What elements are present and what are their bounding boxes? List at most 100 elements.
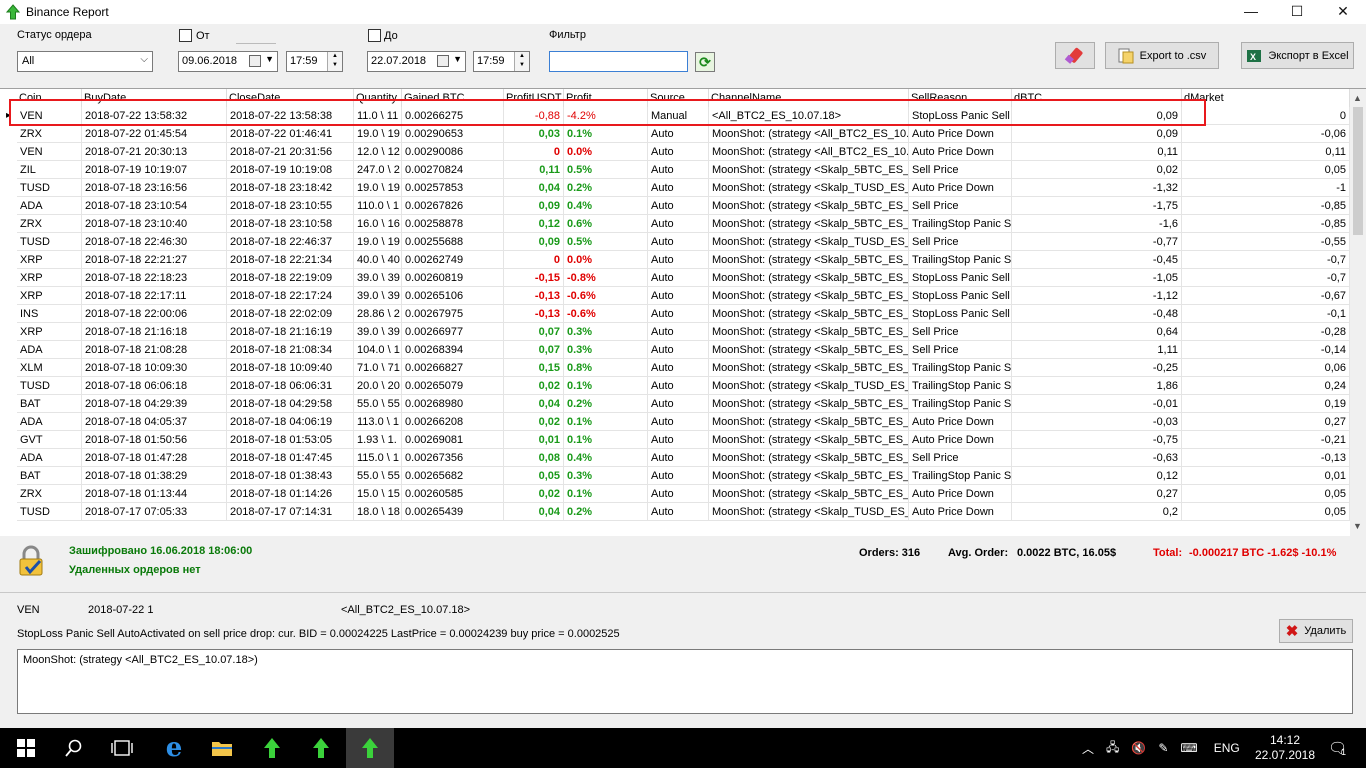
- table-cell: -0,06: [1182, 125, 1350, 143]
- grid-scrollbar[interactable]: ▲ ▼: [1350, 89, 1366, 537]
- scroll-thumb[interactable]: [1353, 107, 1363, 235]
- scroll-up-icon[interactable]: ▲: [1353, 93, 1362, 103]
- table-cell: 0.6%: [564, 215, 648, 233]
- filter-input[interactable]: [549, 51, 688, 72]
- refresh-button[interactable]: ⟳: [695, 52, 715, 72]
- table-row[interactable]: VEN 2018-07-21 20:30:13 2018-07-21 20:31:5…: [0, 143, 1350, 161]
- table-cell: 0,08: [504, 449, 564, 467]
- table-row[interactable]: ZRX 2018-07-22 01:45:54 2018-07-22 01:46:4…: [0, 125, 1350, 143]
- table-cell: Sell Price: [909, 449, 1012, 467]
- table-row[interactable]: TUSD 2018-07-17 07:05:33 2018-07-17 07:14:…: [0, 503, 1350, 521]
- deleted-status: Удаленных ордеров нет: [69, 564, 201, 576]
- table-cell: 2018-07-18 21:08:34: [227, 341, 354, 359]
- network-icon[interactable]: 🖧: [1106, 738, 1119, 759]
- from-checkbox[interactable]: [179, 29, 192, 42]
- language-indicator[interactable]: ENG: [1214, 741, 1240, 755]
- table-cell: 0,19: [1182, 395, 1350, 413]
- table-cell: MoonShot: (strategy <Skalp_5BTC_ES_0: [709, 215, 909, 233]
- spin-down-icon[interactable]: ▼: [328, 61, 342, 70]
- clear-button[interactable]: [1055, 42, 1095, 69]
- spin-up-icon[interactable]: ▲: [515, 52, 529, 61]
- table-row[interactable]: TUSD 2018-07-18 22:46:30 2018-07-18 22:46:…: [0, 233, 1350, 251]
- from-date-value: 09.06.2018: [182, 55, 238, 67]
- table-cell: 0.4%: [564, 197, 648, 215]
- table-row[interactable]: XRP 2018-07-18 21:16:18 2018-07-18 21:16:1…: [0, 323, 1350, 341]
- taskbar-explorer[interactable]: [198, 728, 246, 768]
- table-cell: 2018-07-18 04:06:19: [227, 413, 354, 431]
- table-row[interactable]: ZRX 2018-07-18 01:13:44 2018-07-18 01:14:2…: [0, 485, 1350, 503]
- maximize-button[interactable]: ☐: [1274, 0, 1320, 24]
- table-row[interactable]: ADA 2018-07-18 23:10:54 2018-07-18 23:10:5…: [0, 197, 1350, 215]
- table-cell: Auto: [648, 143, 709, 161]
- table-cell: 28.86 \ 2: [354, 305, 402, 323]
- table-cell: 71.0 \ 71: [354, 359, 402, 377]
- title-bar: Binance Report — ☐ ✕: [0, 0, 1366, 24]
- to-date-picker[interactable]: 22.07.2018 ▼: [367, 51, 466, 72]
- delete-button[interactable]: ✖ Удалить: [1279, 619, 1353, 643]
- pen-icon[interactable]: ✎: [1158, 741, 1168, 755]
- search-button[interactable]: [50, 728, 98, 768]
- to-time-picker[interactable]: 17:59 ▲ ▼: [473, 51, 530, 72]
- time-spinner[interactable]: ▲ ▼: [514, 52, 529, 71]
- export-csv-label: Export to .csv: [1139, 49, 1207, 62]
- table-row[interactable]: XRP 2018-07-18 22:17:11 2018-07-18 22:17:2…: [0, 287, 1350, 305]
- taskbar-ie[interactable]: e: [150, 728, 198, 768]
- table-cell: 0,02: [504, 485, 564, 503]
- table-row[interactable]: TUSD 2018-07-18 23:16:56 2018-07-18 23:18:…: [0, 179, 1350, 197]
- spin-down-icon[interactable]: ▼: [515, 61, 529, 70]
- to-checkbox[interactable]: [368, 29, 381, 42]
- table-cell: 113.0 \ 1: [354, 413, 402, 431]
- table-cell: Auto: [648, 215, 709, 233]
- orders-grid[interactable]: Coin BuyDate CloseDate Quantity Gained B…: [0, 88, 1366, 537]
- table-row[interactable]: XLM 2018-07-18 10:09:30 2018-07-18 10:09:4…: [0, 359, 1350, 377]
- table-cell: -0,13: [1182, 449, 1350, 467]
- table-row[interactable]: XRP 2018-07-18 22:18:23 2018-07-18 22:19:0…: [0, 269, 1350, 287]
- from-time-picker[interactable]: 17:59 ▲ ▼: [286, 51, 343, 72]
- table-cell: Auto: [648, 503, 709, 521]
- table-row[interactable]: ADA 2018-07-18 21:08:28 2018-07-18 21:08:3…: [0, 341, 1350, 359]
- task-view-button[interactable]: [98, 728, 146, 768]
- delete-x-icon: ✖: [1285, 623, 1299, 640]
- export-csv-button[interactable]: Export to .csv: [1105, 42, 1219, 69]
- column-header[interactable]: dMarket: [1182, 89, 1350, 107]
- taskbar-app[interactable]: [248, 728, 296, 768]
- table-cell: 0.00258878: [402, 215, 504, 233]
- export-excel-button[interactable]: X Экспорт в Excel: [1241, 42, 1354, 69]
- taskbar-app[interactable]: [297, 728, 345, 768]
- table-row[interactable]: ADA 2018-07-18 01:47:28 2018-07-18 01:47:4…: [0, 449, 1350, 467]
- status-select[interactable]: All ⌵: [17, 51, 153, 72]
- scroll-down-icon[interactable]: ▼: [1353, 521, 1362, 531]
- table-cell: -0,7: [1182, 269, 1350, 287]
- table-row[interactable]: BAT 2018-07-18 01:38:29 2018-07-18 01:38:4…: [0, 467, 1350, 485]
- table-row[interactable]: GVT 2018-07-18 01:50:56 2018-07-18 01:53:0…: [0, 431, 1350, 449]
- table-cell: 0,12: [504, 215, 564, 233]
- time-spinner[interactable]: ▲ ▼: [327, 52, 342, 71]
- notifications-button[interactable]: 🗨 1: [1328, 728, 1347, 768]
- clock[interactable]: 14:12 22.07.2018: [1255, 728, 1315, 768]
- close-button[interactable]: ✕: [1320, 0, 1366, 24]
- table-cell: 0.2%: [564, 179, 648, 197]
- table-cell: 0.1%: [564, 125, 648, 143]
- table-row[interactable]: ZRX 2018-07-18 23:10:40 2018-07-18 23:10:5…: [0, 215, 1350, 233]
- table-row[interactable]: INS 2018-07-18 22:00:06 2018-07-18 22:02:0…: [0, 305, 1350, 323]
- table-cell: -0,85: [1182, 215, 1350, 233]
- table-row[interactable]: TUSD 2018-07-18 06:06:18 2018-07-18 06:06:…: [0, 377, 1350, 395]
- chevron-up-icon[interactable]: ︿: [1082, 740, 1094, 757]
- minimize-button[interactable]: —: [1228, 0, 1274, 24]
- from-date-picker[interactable]: 09.06.2018 ▼: [178, 51, 278, 72]
- spin-up-icon[interactable]: ▲: [328, 52, 342, 61]
- table-row[interactable]: BAT 2018-07-18 04:29:39 2018-07-18 04:29:5…: [0, 395, 1350, 413]
- keyboard-icon[interactable]: ⌨: [1180, 741, 1197, 755]
- table-row[interactable]: XRP 2018-07-18 22:21:27 2018-07-18 22:21:3…: [0, 251, 1350, 269]
- table-cell: StopLoss Panic Sell A: [909, 269, 1012, 287]
- table-row[interactable]: ZIL 2018-07-19 10:19:07 2018-07-19 10:19:0…: [0, 161, 1350, 179]
- table-cell: 2018-07-18 21:16:19: [227, 323, 354, 341]
- taskbar-app-active[interactable]: [346, 728, 394, 768]
- table-cell: 2018-07-18 01:53:05: [227, 431, 354, 449]
- app-arrow-icon: [264, 738, 280, 758]
- volume-muted-icon[interactable]: 🔇: [1131, 741, 1146, 755]
- start-button[interactable]: [2, 728, 50, 768]
- table-row[interactable]: ADA 2018-07-18 04:05:37 2018-07-18 04:06:1…: [0, 413, 1350, 431]
- table-cell: 0,07: [504, 341, 564, 359]
- detail-memo[interactable]: MoonShot: (strategy <All_BTC2_ES_10.07.1…: [17, 649, 1353, 714]
